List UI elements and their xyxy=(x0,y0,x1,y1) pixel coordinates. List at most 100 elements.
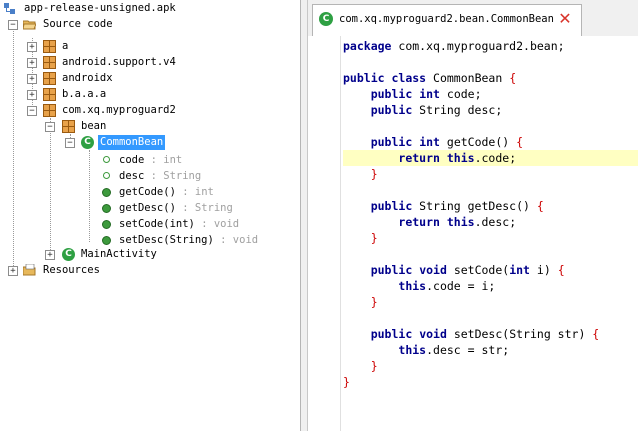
code-token: .desc; xyxy=(474,215,517,229)
code-token: package xyxy=(343,39,392,53)
code-line[interactable] xyxy=(343,246,638,262)
code-line[interactable]: } xyxy=(343,374,638,390)
expand-toggle[interactable]: + xyxy=(27,42,37,52)
code-token: } xyxy=(370,231,378,245)
folder-open-icon xyxy=(23,20,36,30)
project-tree[interactable]: app-release-unsigned.apk − Source code +… xyxy=(0,0,301,431)
code-line[interactable]: } xyxy=(343,166,638,182)
member-type: : void xyxy=(201,218,240,230)
code-token: String desc; xyxy=(412,103,503,117)
code-token: { xyxy=(592,327,600,341)
code-token: } xyxy=(343,375,350,389)
tree-source-label: Source code xyxy=(43,18,113,30)
code-token: { xyxy=(516,135,524,149)
tree-package-label: android.support.v4 xyxy=(62,56,176,68)
package-icon xyxy=(43,88,56,101)
code-line[interactable]: } xyxy=(343,230,638,246)
field-icon xyxy=(103,172,110,179)
member-name: getCode() xyxy=(119,186,176,198)
tree-guide xyxy=(89,150,90,242)
code-token: .code = i; xyxy=(426,279,496,293)
tree-package-label: a xyxy=(62,40,69,52)
tree-root-label: app-release-unsigned.apk xyxy=(24,2,176,14)
code-line[interactable]: public void setCode(int i) { xyxy=(343,262,638,278)
expand-toggle[interactable]: + xyxy=(27,74,37,84)
code-token: int xyxy=(509,263,530,277)
class-icon: C xyxy=(62,248,75,261)
member-type: : void xyxy=(220,234,259,246)
package-icon xyxy=(62,120,75,133)
code-token: public xyxy=(370,199,413,213)
code-token: this xyxy=(398,343,427,357)
code-token: com.xq.myproguard2.bean; xyxy=(391,39,565,53)
method-icon xyxy=(102,236,111,245)
editor-tab-bar: C com.xq.myproguard2.bean.CommonBean ✕ xyxy=(308,0,638,37)
code-token: getCode() xyxy=(439,135,517,149)
package-icon xyxy=(43,56,56,69)
expand-toggle[interactable]: + xyxy=(8,266,18,276)
code-line[interactable]: return this.code; xyxy=(343,150,638,166)
tree-class-label: CommonBean xyxy=(98,135,166,150)
code-line[interactable]: public class CommonBean { xyxy=(343,70,638,86)
code-token: class xyxy=(391,71,427,85)
code-token: setCode( xyxy=(446,263,510,277)
code-line[interactable]: public String desc; xyxy=(343,102,638,118)
code-line[interactable]: } xyxy=(343,294,638,310)
tree-package-label: androidx xyxy=(62,72,113,84)
tree-resources-label: Resources xyxy=(43,264,100,276)
code-line[interactable]: public int getCode() { xyxy=(343,134,638,150)
expand-toggle[interactable]: + xyxy=(45,250,55,260)
code-line[interactable]: public void setDesc(String str) { xyxy=(343,326,638,342)
code-token: .code; xyxy=(474,151,517,165)
member-name: code xyxy=(119,154,145,166)
tree-class-label: MainActivity xyxy=(81,248,157,260)
collapse-toggle[interactable]: − xyxy=(65,138,75,148)
code-token: public xyxy=(370,135,413,149)
editor-tab[interactable]: C com.xq.myproguard2.bean.CommonBean ✕ xyxy=(312,4,582,36)
code-line[interactable]: public String getDesc() { xyxy=(343,198,638,214)
package-icon xyxy=(43,104,56,117)
code-line[interactable]: this.desc = str; xyxy=(343,342,638,358)
collapse-toggle[interactable]: − xyxy=(27,106,37,116)
class-icon: C xyxy=(319,12,333,26)
code-token: code; xyxy=(439,87,482,101)
code-line[interactable]: return this.desc; xyxy=(343,214,638,230)
member-type: : int xyxy=(150,154,183,166)
method-icon xyxy=(102,204,111,213)
expand-toggle[interactable]: + xyxy=(27,58,37,68)
close-icon[interactable]: ✕ xyxy=(557,11,573,27)
member-name: desc xyxy=(119,170,145,182)
collapse-toggle[interactable]: − xyxy=(8,20,18,30)
code-token: int xyxy=(419,135,440,149)
code-line[interactable]: this.code = i; xyxy=(343,278,638,294)
code-line[interactable] xyxy=(343,118,638,134)
code-line[interactable]: } xyxy=(343,358,638,374)
code-token: this xyxy=(398,279,427,293)
collapse-toggle[interactable]: − xyxy=(45,122,55,132)
code-line[interactable] xyxy=(343,54,638,70)
code-token: public xyxy=(370,103,413,117)
code-line[interactable]: package com.xq.myproguard2.bean; xyxy=(343,38,638,54)
tree-package-label: b.a.a.a xyxy=(62,88,107,100)
package-icon xyxy=(43,72,56,85)
code-line[interactable] xyxy=(343,310,638,326)
code-token: return xyxy=(398,151,440,165)
code-token: } xyxy=(370,295,378,309)
code-line[interactable] xyxy=(343,182,638,198)
member-type: : String xyxy=(150,170,202,182)
tree-package-label: com.xq.myproguard2 xyxy=(62,104,176,116)
code-editor[interactable]: package com.xq.myproguard2.bean; public c… xyxy=(308,36,638,431)
pane-splitter[interactable] xyxy=(301,0,308,431)
code-line[interactable]: public int code; xyxy=(343,86,638,102)
code-token: { xyxy=(557,263,565,277)
expand-toggle[interactable]: + xyxy=(27,90,37,100)
